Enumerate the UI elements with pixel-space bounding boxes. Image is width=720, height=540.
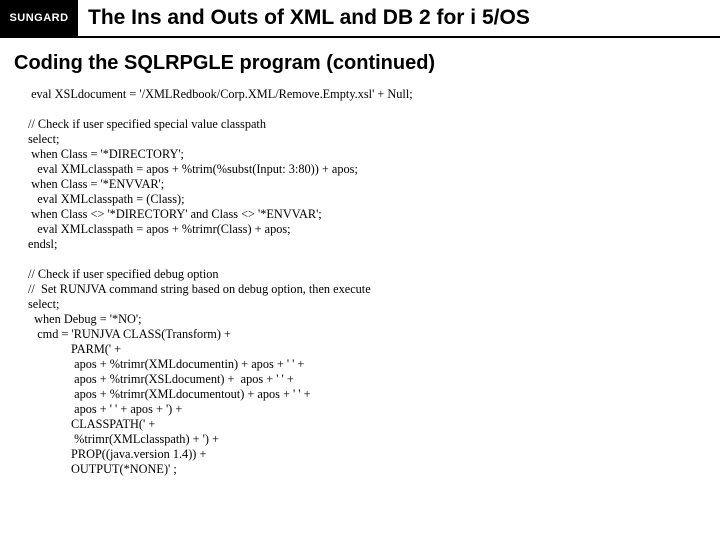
slide-header: SUNGARD The Ins and Outs of XML and DB 2… [0,0,720,36]
code-listing: eval XSLdocument = '/XMLRedbook/Corp.XML… [0,75,720,477]
slide-title: The Ins and Outs of XML and DB 2 for i 5… [78,0,530,36]
section-heading: Coding the SQLRPGLE program (continued) [0,38,720,75]
brand-logo: SUNGARD [0,0,78,36]
